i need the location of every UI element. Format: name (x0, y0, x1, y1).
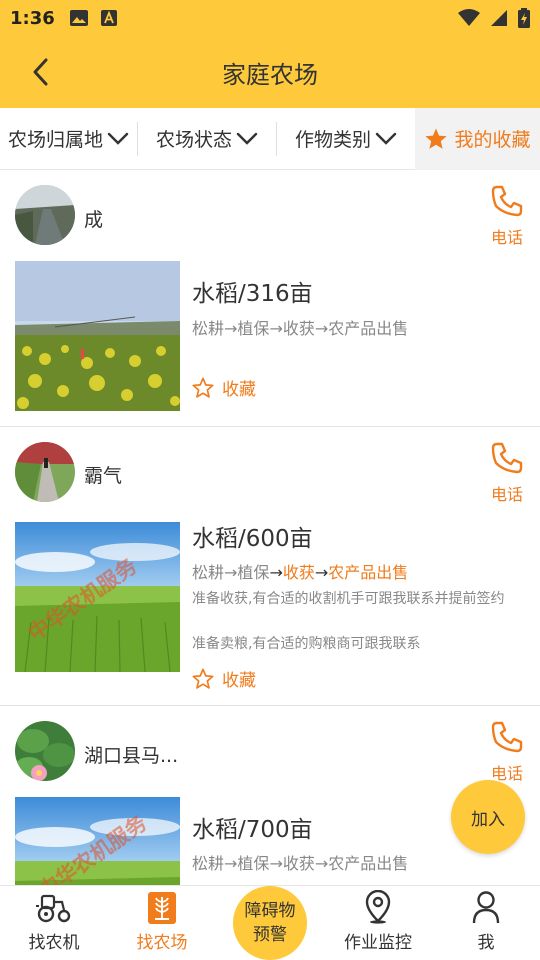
filter-label: 农场状态 (155, 129, 232, 151)
tab-label-line2: 预警 (253, 925, 287, 945)
app-header: 家庭农场 (0, 36, 540, 108)
arrow: → (224, 854, 238, 873)
owner-name: 霸气 (84, 465, 123, 487)
location-pin-icon (365, 890, 391, 924)
text-notification-icon (100, 10, 117, 26)
process-step: 植保 (237, 563, 270, 582)
farm-image: 中华农机服务 (15, 797, 180, 886)
bottom-tab-bar: 找农机 找农场 障碍物 预警 作业监控 我 (0, 885, 540, 960)
wheat-icon (148, 892, 176, 924)
tab-find-farm[interactable]: 找农场 (108, 886, 216, 960)
process-steps: 松耕→植保→收获→农产品出售 (192, 850, 408, 874)
process-step: 收获 (282, 319, 315, 338)
phone-icon (491, 721, 523, 753)
filter-status[interactable]: 农场状态 (138, 108, 276, 170)
process-step: 松耕 (192, 563, 225, 582)
favorite-button[interactable]: 收藏 (192, 375, 256, 400)
tab-label-line1: 障碍物 (244, 901, 296, 921)
arrow: → (269, 319, 283, 338)
phone-button[interactable]: 电话 (486, 184, 528, 248)
process-step: 收获 (282, 854, 315, 873)
favorite-button[interactable]: 收藏 (192, 666, 256, 691)
status-time: 1:36 (10, 7, 55, 29)
chevron-down-icon (236, 132, 258, 145)
star-outline-icon (192, 668, 214, 689)
wifi-icon (458, 9, 480, 26)
process-step-active: 收获 (282, 563, 315, 582)
process-step: 植保 (237, 319, 270, 338)
phone-icon (491, 185, 523, 217)
process-step-active: 农产品出售 (328, 563, 409, 582)
farm-image (15, 261, 180, 411)
arrow: → (314, 319, 329, 338)
arrow: → (314, 854, 329, 873)
page-title: 家庭农场 (222, 60, 318, 89)
star-filled-icon (425, 128, 448, 149)
farm-note: 准备卖粮,有合适的购粮商可跟我联系 (192, 636, 421, 652)
owner-name: 成 (84, 209, 104, 231)
process-steps: 松耕→植保→收获→农产品出售 (192, 559, 408, 583)
filter-label: 我的收藏 (454, 129, 531, 151)
filter-my-favorites[interactable]: 我的收藏 (415, 107, 540, 170)
arrow: → (269, 563, 283, 582)
tab-me[interactable]: 我 (432, 886, 540, 960)
arrow: → (269, 854, 283, 873)
arrow: → (224, 319, 238, 338)
avatar (15, 721, 75, 781)
process-steps: 松耕→植保→收获→农产品出售 (192, 315, 408, 339)
status-bar: 1:36 (0, 0, 540, 36)
phone-label: 电话 (490, 485, 523, 504)
signal-icon (491, 10, 507, 26)
tab-find-machinery[interactable]: 找农机 (0, 886, 108, 960)
tab-label: 作业监控 (344, 933, 412, 953)
chevron-left-icon (33, 58, 48, 86)
process-step: 松耕 (192, 854, 225, 873)
tab-label: 找农场 (136, 933, 188, 953)
phone-icon (491, 442, 523, 474)
back-button[interactable] (22, 54, 58, 90)
owner-name: 湖口县马... (84, 745, 179, 767)
filter-crop-type[interactable]: 作物类别 (277, 108, 415, 170)
arrow: → (314, 563, 329, 582)
favorite-label: 收藏 (222, 671, 256, 691)
phone-button[interactable]: 电话 (486, 441, 528, 505)
tab-label: 找农机 (28, 933, 80, 953)
crop-title: 水稻/700亩 (192, 817, 313, 843)
farm-note: 准备收获,有合适的收割机手可跟我联系并提前签约 (192, 591, 505, 607)
tab-operation-monitor[interactable]: 作业监控 (324, 886, 432, 960)
join-button[interactable]: 加入 (451, 780, 525, 854)
star-outline-icon (192, 377, 214, 398)
tab-label: 我 (477, 933, 495, 953)
filter-bar: 农场归属地 农场状态 作物类别 我的收藏 (0, 107, 540, 170)
chevron-down-icon (107, 132, 129, 145)
chevron-down-icon (375, 132, 397, 145)
filter-label: 作物类别 (294, 129, 371, 151)
farm-card[interactable]: 成 电话 水稻/316亩 松耕→植保→收获→农产品出售 收藏 (0, 170, 540, 427)
farm-image: 中华农机服务 (15, 522, 180, 672)
tractor-icon (36, 894, 71, 923)
person-icon (472, 891, 500, 924)
filter-location[interactable]: 农场归属地 (0, 108, 137, 170)
favorite-label: 收藏 (222, 380, 256, 400)
crop-title: 水稻/600亩 (192, 526, 313, 552)
process-step: 农产品出售 (328, 854, 409, 873)
phone-button[interactable]: 电话 (486, 720, 528, 784)
filter-label: 农场归属地 (7, 129, 103, 151)
gallery-icon (69, 10, 88, 26)
process-step: 农产品出售 (328, 319, 409, 338)
avatar (15, 185, 75, 245)
arrow: → (224, 563, 238, 582)
process-step: 植保 (237, 854, 270, 873)
tab-obstacle-warning[interactable]: 障碍物 预警 (233, 886, 307, 960)
avatar (15, 442, 75, 502)
crop-title: 水稻/316亩 (192, 281, 313, 307)
farm-card[interactable]: 霸气 电话 中华农机服务 水稻/600亩 松耕→植保→收获→农产品出售 准备收获… (0, 427, 540, 706)
process-step: 松耕 (192, 319, 225, 338)
phone-label: 电话 (490, 228, 523, 247)
battery-icon (518, 8, 530, 28)
